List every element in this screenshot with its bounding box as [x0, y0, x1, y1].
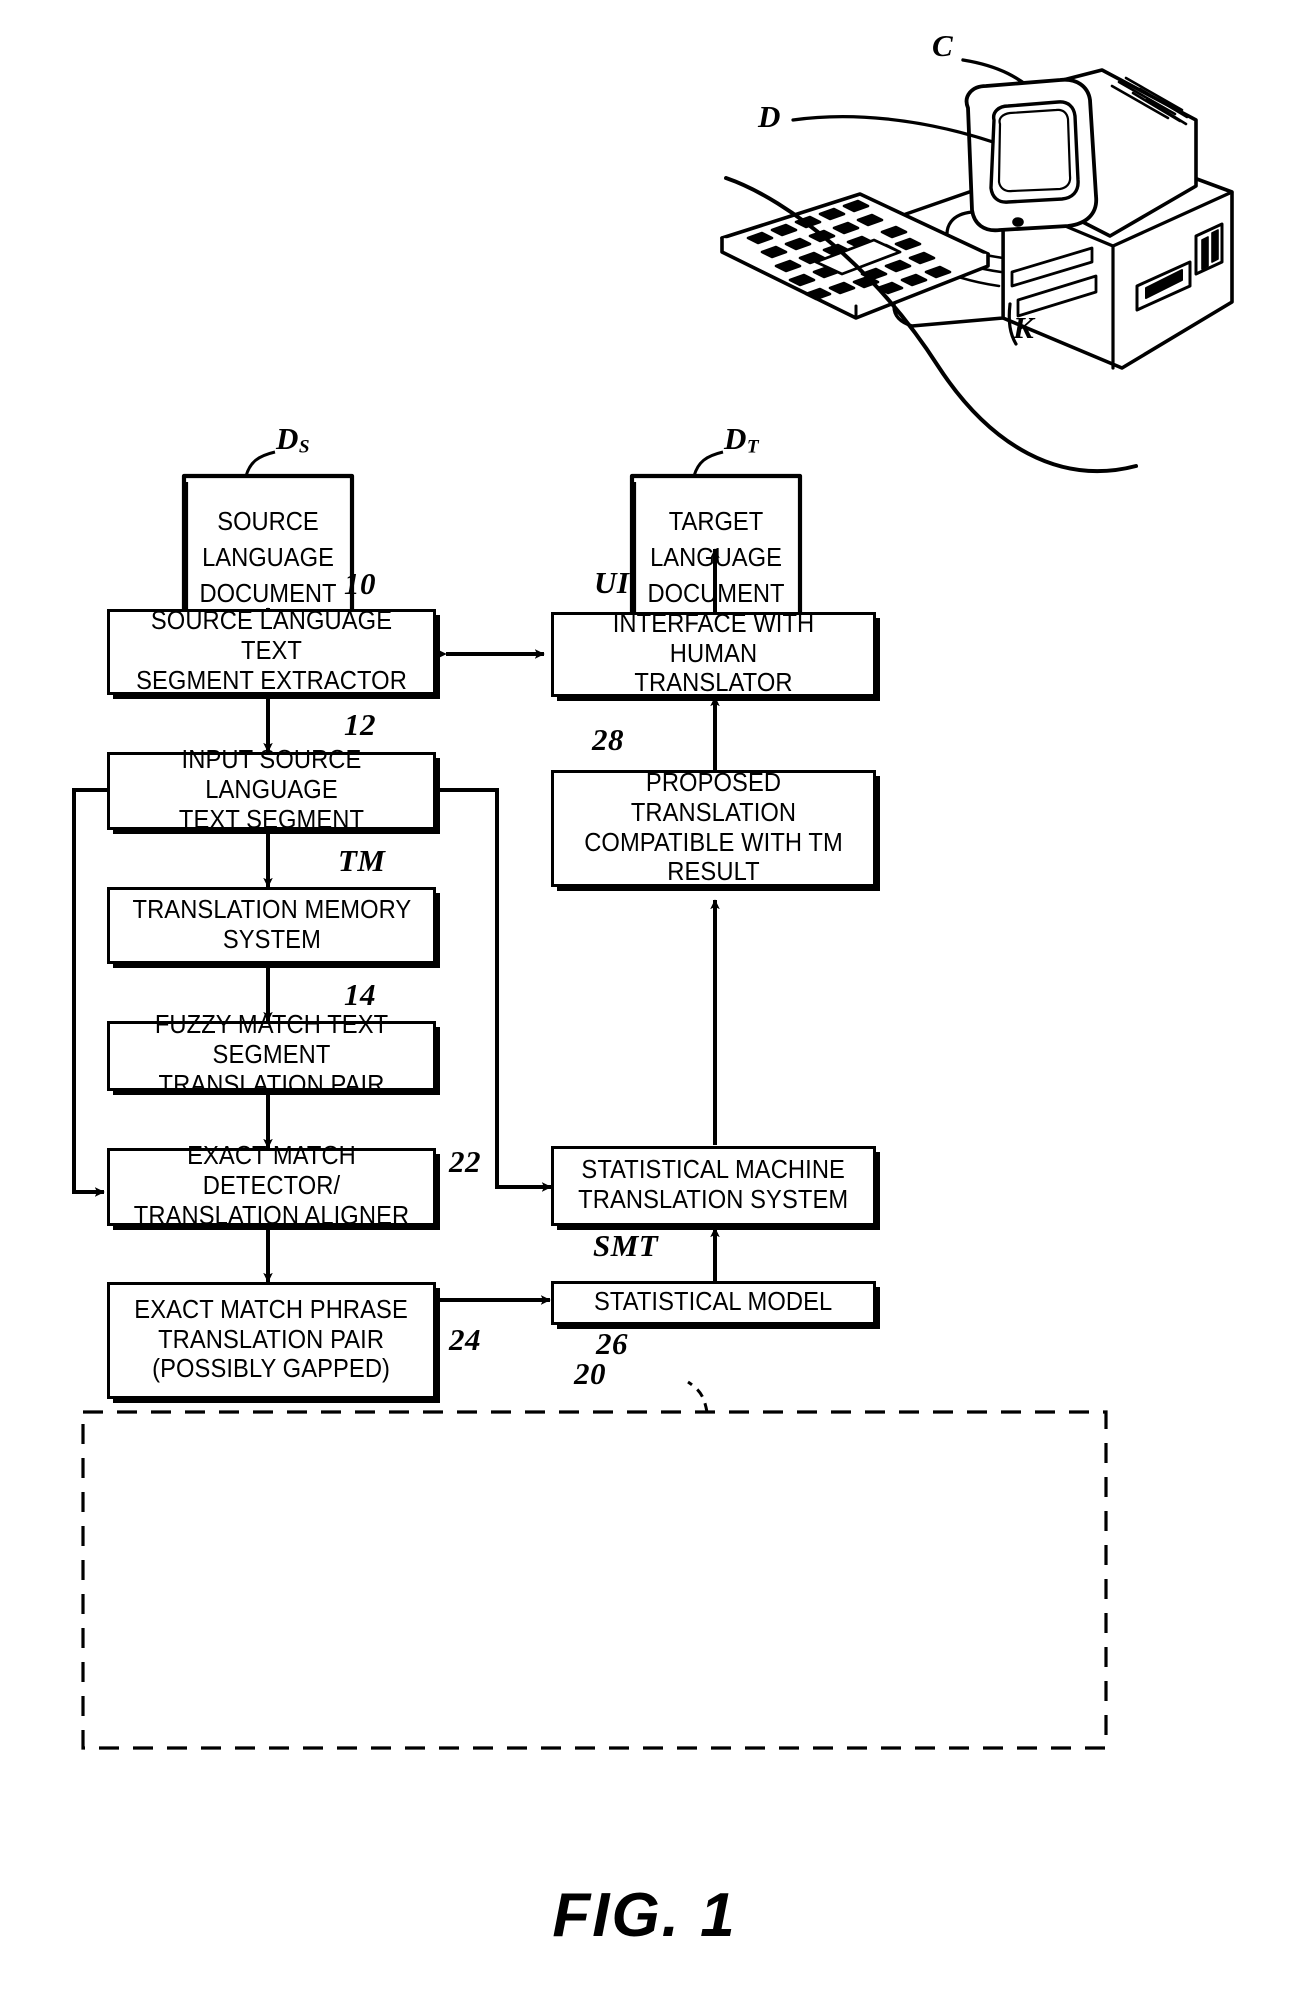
box-line: EXACT MATCH DETECTOR/ — [187, 1142, 356, 1201]
box-line: TRANSLATION SYSTEM — [578, 1186, 849, 1214]
source-document-text: SOURCE LANGUAGE DOCUMENT — [199, 508, 337, 609]
box-line: STATISTICAL MODEL — [594, 1288, 833, 1317]
box-line: INPUT SOURCE LANGUAGE — [181, 746, 362, 805]
target-document[interactable]: TARGET LANGUAGE DOCUMENT — [632, 476, 800, 676]
box-line: TRANSLATION PAIR — [158, 1325, 385, 1354]
box-exact-match-detector-translation-aligner[interactable]: EXACT MATCH DETECTOR/ TRANSLATION ALIGNE… — [107, 1142, 436, 1230]
dashed-smt-boundary — [81, 1410, 1108, 1750]
target-document-text: TARGET LANGUAGE DOCUMENT — [647, 508, 785, 609]
box-line: TRANSLATION ALIGNER — [133, 1201, 410, 1230]
box-line: COMPATIBLE WITH TM — [584, 828, 843, 857]
box-line: SYSTEM — [222, 925, 321, 954]
patent-figure-1: SOURCE LANGUAGE TEXT SEGMENT EXTRACTOR I… — [0, 0, 1289, 2009]
box-line: STATISTICAL MACHINE — [581, 1156, 846, 1185]
ref-label-smt: SMT — [593, 1228, 659, 1263]
ref-label-ui: UI — [594, 565, 630, 600]
box-line: RESULT — [667, 858, 760, 887]
ref-label-14: 14 — [344, 977, 376, 1012]
box-statistical-machine-translation-system[interactable]: STATISTICAL MACHINE TRANSLATION SYSTEM — [551, 1146, 876, 1226]
leader-20 — [687, 1380, 709, 1413]
computer-illustration — [720, 58, 1234, 370]
box-translation-memory-system[interactable]: TRANSLATION MEMORY SYSTEM — [107, 887, 436, 964]
ref-label-20: 20 — [574, 1356, 606, 1391]
source-document[interactable]: SOURCE LANGUAGE DOCUMENT — [184, 476, 352, 676]
box-line: EXACT MATCH PHRASE — [134, 1295, 409, 1324]
ref-label-k-keyboard: K — [1013, 310, 1035, 345]
figure-caption: FIG. 1 — [552, 1881, 737, 1950]
ref-label-28: 28 — [592, 722, 624, 757]
ref-label-c: C — [932, 28, 954, 63]
box-statistical-model[interactable]: STATISTICAL MODEL — [551, 1281, 876, 1325]
ref-label-22: 22 — [449, 1144, 481, 1179]
box-fuzzy-match-text-segment-translation-pair[interactable]: FUZZY MATCH TEXT SEGMENT TRANSLATION PAI… — [107, 1011, 436, 1099]
ref-label-tm: TM — [338, 843, 386, 878]
box-line: PROPOSED TRANSLATION — [630, 768, 797, 827]
diagram-vector-layer — [72, 58, 1234, 1750]
box-exact-match-phrase-translation-pair[interactable]: EXACT MATCH PHRASE TRANSLATION PAIR (POS… — [107, 1282, 436, 1399]
box-proposed-translation-compatible-with-tm-result[interactable]: PROPOSED TRANSLATION COMPATIBLE WITH TM … — [551, 768, 876, 887]
box-line: (POSSIBLY GAPPED) — [152, 1355, 391, 1384]
box-line: TRANSLATION PAIR — [158, 1070, 385, 1099]
ref-label-24: 24 — [449, 1322, 481, 1357]
box-line: TEXT SEGMENT — [178, 805, 365, 834]
leader-ds — [244, 450, 276, 477]
box-line: FUZZY MATCH TEXT SEGMENT — [154, 1011, 389, 1070]
ref-label-d-display: D — [758, 99, 781, 134]
ref-label-10: 10 — [344, 566, 376, 601]
box-line: TRANSLATION MEMORY — [132, 895, 411, 924]
ref-label-ds: DS — [276, 421, 311, 458]
ref-label-12: 12 — [344, 707, 376, 742]
box-input-source-language-text-segment[interactable]: INPUT SOURCE LANGUAGE TEXT SEGMENT — [107, 746, 436, 834]
leader-dt — [692, 450, 724, 477]
ref-label-dt: DT — [724, 421, 760, 458]
